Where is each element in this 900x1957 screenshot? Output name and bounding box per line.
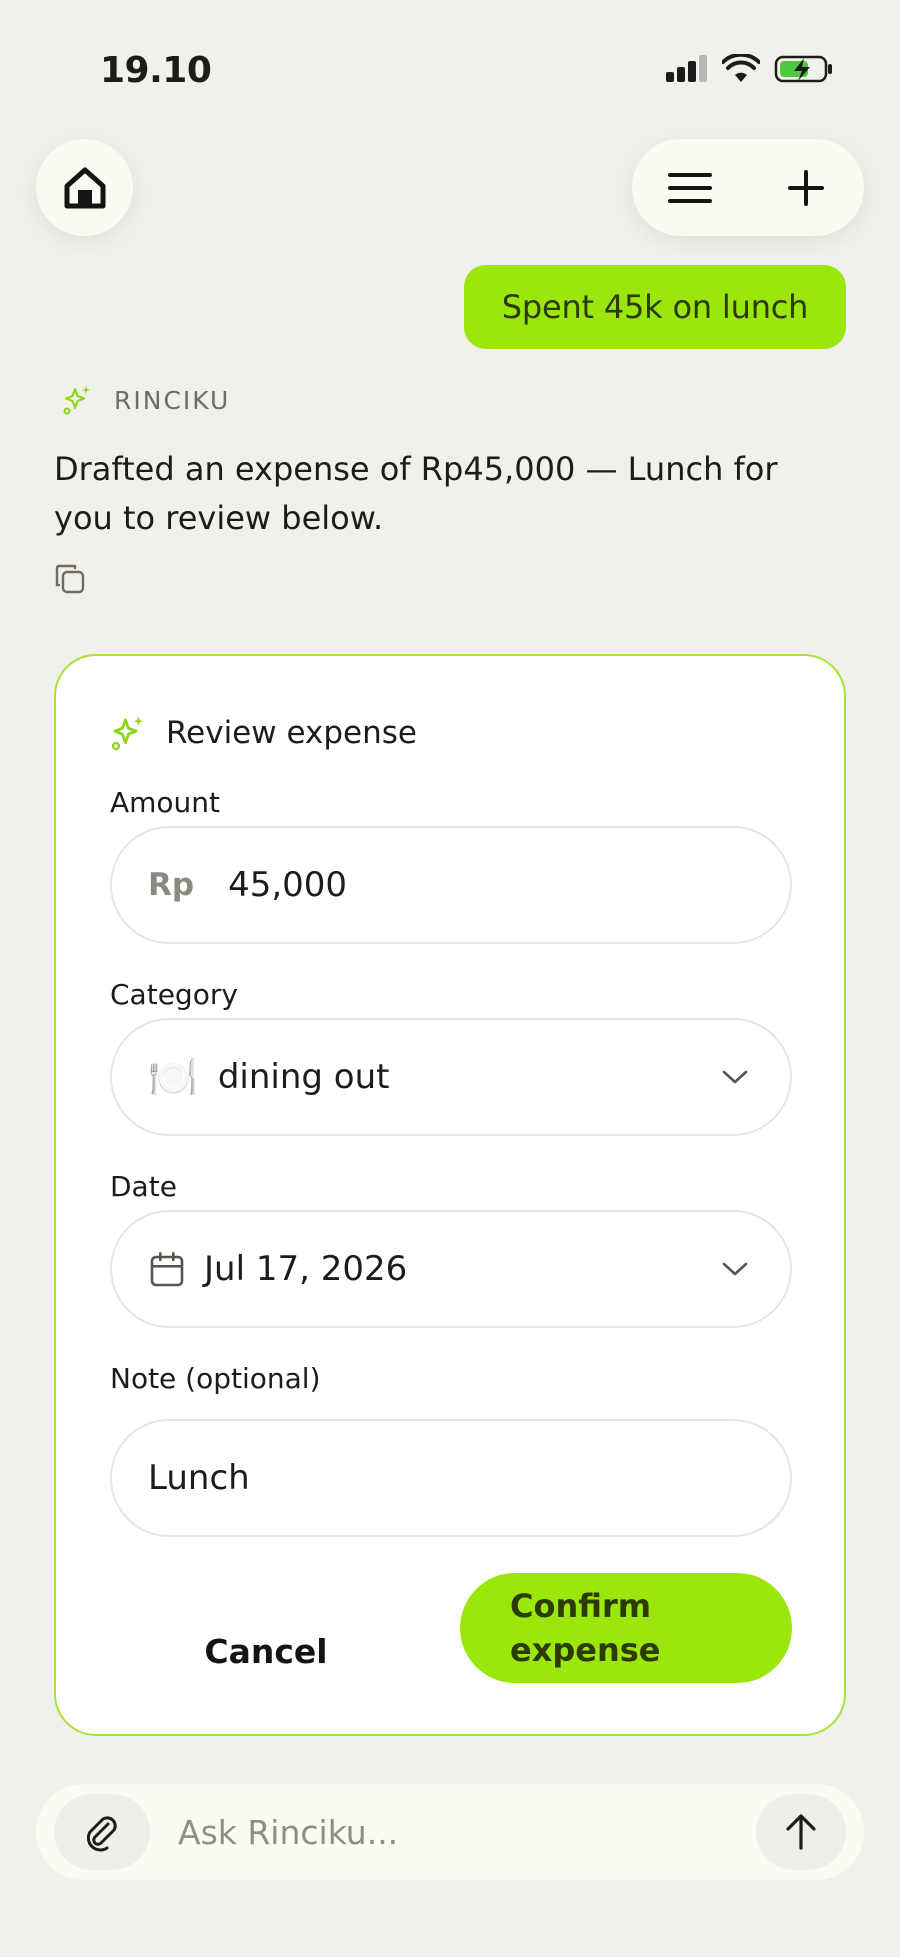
date-value: Jul 17, 2026 [204,1249,408,1289]
menu-icon [668,172,712,203]
amount-label: Amount [110,786,221,819]
new-chat-button[interactable] [748,139,864,236]
amount-value: 45,000 [228,865,348,905]
amount-field[interactable]: Rp 45,000 [110,826,792,944]
category-select[interactable]: 🍽️ dining out [110,1018,792,1136]
attach-button[interactable] [54,1794,150,1870]
review-expense-card: Review expense Amount Rp 45,000 Category… [54,654,846,1736]
home-button[interactable] [36,139,133,236]
cancel-button[interactable]: Cancel [146,1596,386,1706]
note-label: Note (optional) [110,1362,321,1395]
battery-charging-icon [774,55,832,83]
paperclip-icon [86,1816,117,1852]
date-picker[interactable]: Jul 17, 2026 [110,1210,792,1328]
plus-icon [788,169,824,206]
assistant-label: RINCIKU [62,384,230,416]
calendar-icon [150,1252,184,1287]
chat-composer [36,1784,864,1880]
chevron-down-icon [722,1262,748,1276]
user-message-bubble: Spent 45k on lunch [464,265,846,349]
note-value: Lunch [148,1458,250,1498]
currency-prefix: Rp [148,867,195,903]
menu-button[interactable] [632,139,748,236]
category-value: dining out [217,1057,390,1097]
card-header: Review expense [110,714,417,752]
assistant-message: Drafted an expense of Rp45,000 — Lunch f… [54,450,778,537]
cellular-signal-icon [666,55,707,82]
category-label: Category [110,978,238,1011]
status-icons [664,54,834,84]
home-icon [64,167,105,208]
wifi-icon [722,54,760,82]
message-input[interactable] [178,1802,738,1862]
copy-icon [55,564,85,594]
sparkle-icon [111,716,144,751]
note-field[interactable]: Lunch [110,1419,792,1537]
category-emoji: 🍽️ [148,1054,198,1101]
sparkle-icon [63,386,90,415]
copy-button[interactable] [54,563,86,595]
top-actions [632,139,864,236]
status-time: 19.10 [100,50,212,91]
date-label: Date [110,1170,177,1203]
card-title: Review expense [166,715,417,751]
chevron-down-icon [722,1070,748,1084]
assistant-name: RINCIKU [114,385,231,415]
send-button[interactable] [756,1794,846,1870]
confirm-expense-button[interactable]: Confirm expense [460,1573,792,1683]
arrow-up-icon [786,1814,816,1850]
